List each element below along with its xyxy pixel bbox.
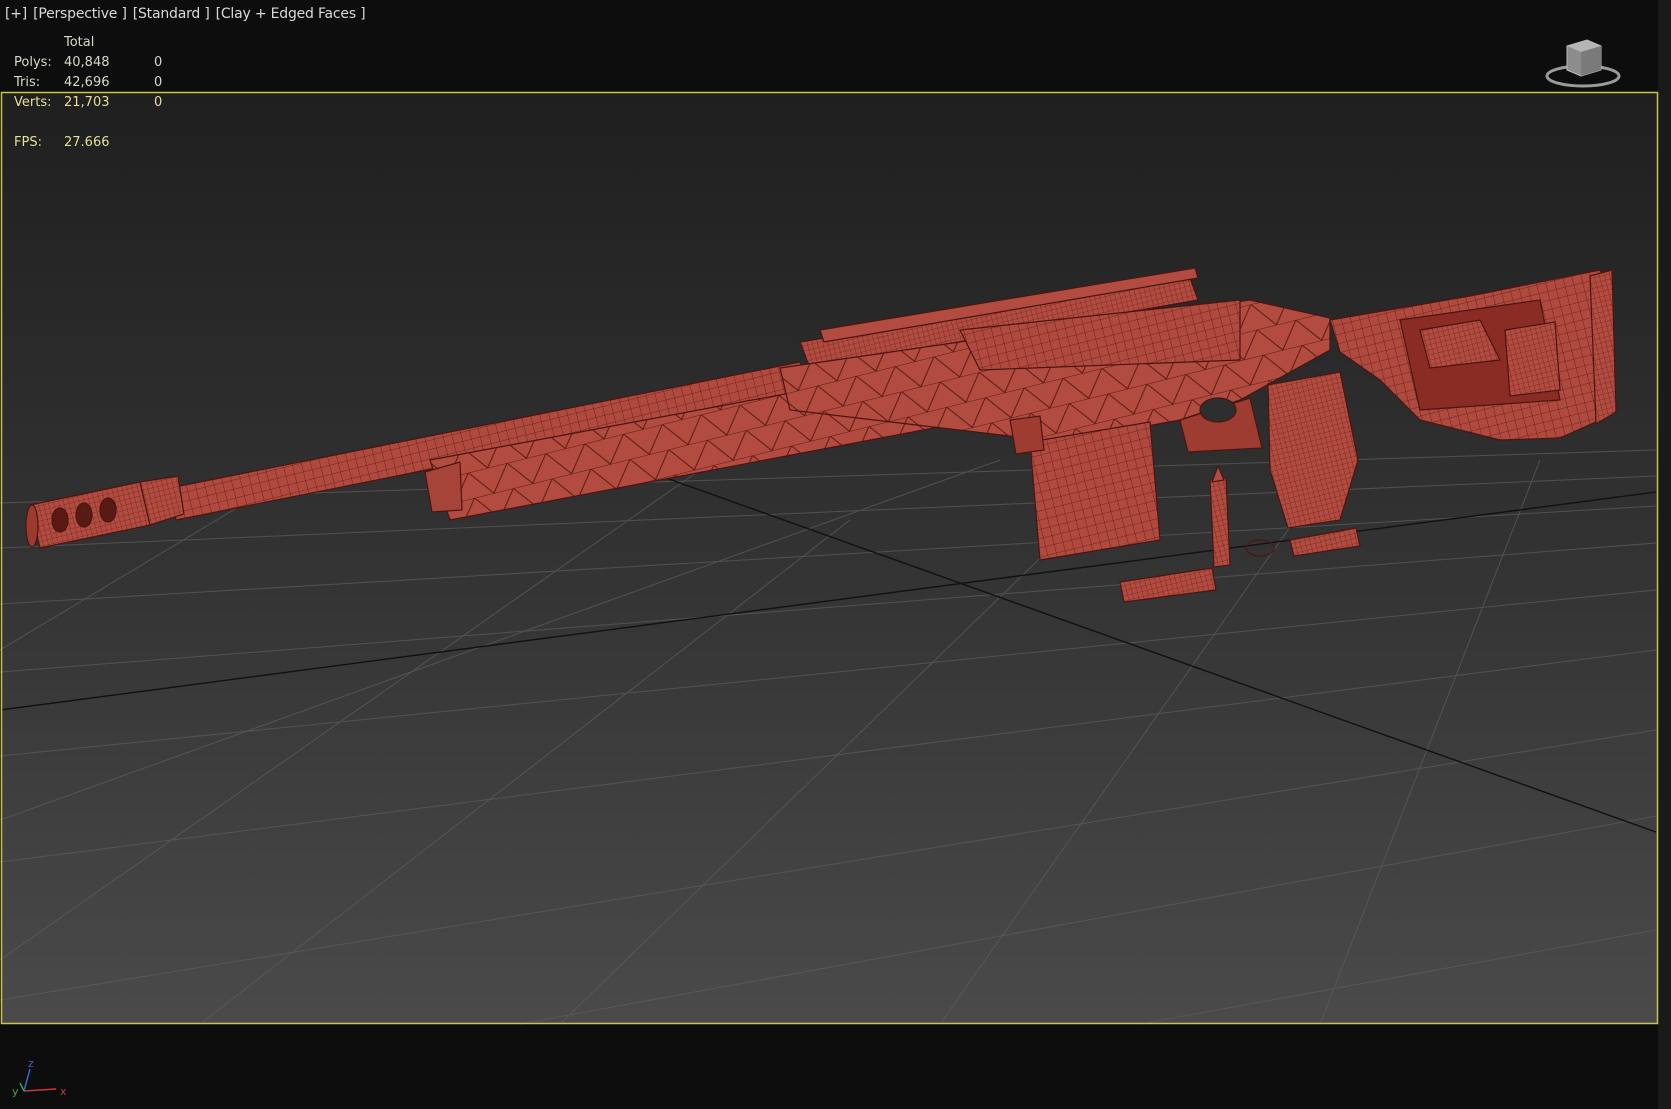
statistics-overlay: Total Polys: 40,848 0 Tris: 42,696 0 Ver… bbox=[14, 32, 194, 152]
axis-z-label: z bbox=[28, 1057, 34, 1070]
viewport-shading-menu[interactable]: [Standard ] bbox=[133, 6, 210, 22]
stats-polys-total: 40,848 bbox=[64, 54, 110, 70]
stats-polys-selected: 0 bbox=[154, 54, 163, 70]
stats-tris-row: Tris: 42,696 0 bbox=[14, 72, 194, 92]
perspective-viewport[interactable]: [+] [Perspective ] [Standard ] [Clay + E… bbox=[0, 0, 1671, 1109]
stats-verts-row: Verts: 21,703 0 bbox=[14, 92, 194, 112]
stats-fps-row: FPS: 27.666 bbox=[14, 132, 194, 152]
viewport-general-menu[interactable]: [+] bbox=[5, 6, 27, 22]
stats-tris-total: 42,696 bbox=[64, 74, 110, 90]
stats-verts-label: Verts: bbox=[14, 94, 52, 110]
stats-tris-label: Tris: bbox=[14, 74, 41, 90]
stats-verts-selected: 0 bbox=[154, 94, 163, 110]
axis-x-label: x bbox=[60, 1085, 67, 1098]
stats-fps-value: 27.666 bbox=[64, 134, 110, 150]
stats-verts-total: 21,703 bbox=[64, 94, 110, 110]
stats-fps-label: FPS: bbox=[14, 134, 42, 150]
stats-polys-label: Polys: bbox=[14, 54, 52, 70]
axis-y-label: y bbox=[12, 1085, 19, 1098]
scene-canvas[interactable] bbox=[0, 0, 1671, 1109]
viewcube-icon[interactable] bbox=[1543, 34, 1623, 90]
viewport-background bbox=[1, 92, 1657, 1024]
viewport-point-of-view-menu[interactable]: [Perspective ] bbox=[33, 6, 127, 22]
viewport-label-menu[interactable]: [+] [Perspective ] [Standard ] [Clay + E… bbox=[5, 6, 366, 22]
stats-polys-row: Polys: 40,848 0 bbox=[14, 52, 194, 72]
viewport-display-style-menu[interactable]: [Clay + Edged Faces ] bbox=[216, 6, 366, 22]
stats-total-header: Total bbox=[64, 34, 95, 50]
axis-tripod-icon: x z y bbox=[12, 1057, 67, 1098]
stats-header-row: Total bbox=[14, 32, 194, 52]
stats-tris-selected: 0 bbox=[154, 74, 163, 90]
